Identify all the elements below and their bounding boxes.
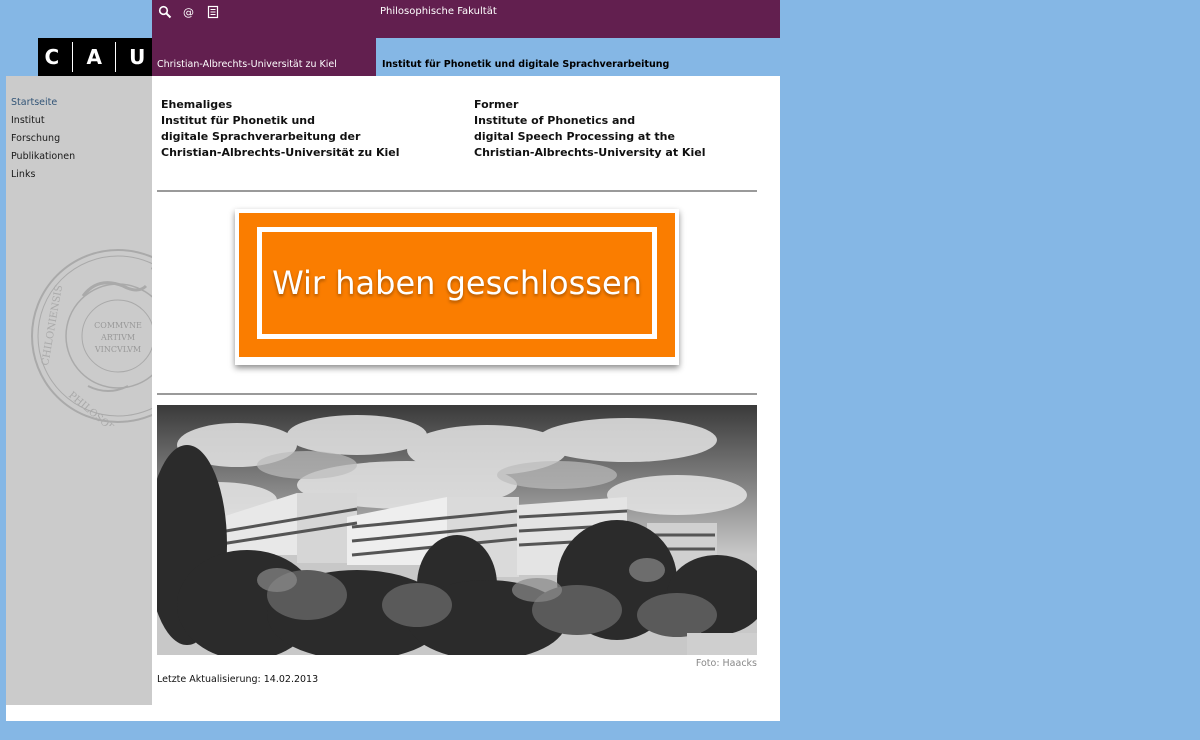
svg-text:COMMVNE: COMMVNE bbox=[94, 321, 142, 330]
sidebar-item-forschung[interactable]: Forschung bbox=[11, 130, 75, 148]
logo-letter-c: C bbox=[44, 45, 60, 69]
main-content: Ehemaliges Institut für Phonetik und dig… bbox=[152, 76, 780, 721]
english-line: Christian-Albrechts-University at Kiel bbox=[474, 146, 706, 159]
top-icon-group: @ bbox=[158, 5, 220, 19]
search-icon[interactable] bbox=[158, 5, 172, 19]
logo-divider bbox=[72, 42, 74, 72]
sidebar: Startseite Institut Forschung Publikatio… bbox=[6, 76, 152, 705]
divider-bottom bbox=[157, 393, 757, 395]
english-heading: Former Institute of Phonetics and digita… bbox=[474, 97, 705, 161]
top-bar: @ Philosophische Fakultät bbox=[152, 0, 780, 38]
document-icon[interactable] bbox=[206, 5, 220, 19]
german-line: Ehemaliges bbox=[161, 98, 233, 111]
faculty-link[interactable]: Philosophische Fakultät bbox=[380, 6, 497, 17]
institute-building-photo bbox=[157, 405, 757, 655]
german-heading: Ehemaliges Institut für Phonetik und dig… bbox=[161, 97, 400, 161]
english-line: Former bbox=[474, 98, 519, 111]
university-seal-icon: COMMVNE ARTIVM VINCVLVM CHILONIENSIS SIG… bbox=[31, 249, 152, 426]
svg-text:VINCVLVM: VINCVLVM bbox=[94, 345, 141, 354]
logo-letter-a: A bbox=[86, 45, 102, 69]
svg-text:CHILONIENSIS: CHILONIENSIS bbox=[40, 284, 65, 366]
sidebar-nav: Startseite Institut Forschung Publikatio… bbox=[11, 94, 75, 184]
svg-text:@: @ bbox=[183, 6, 194, 19]
german-line: digitale Sprachverarbeitung der bbox=[161, 130, 361, 143]
logo-divider bbox=[115, 42, 117, 72]
german-line: Institut für Phonetik und bbox=[161, 114, 315, 127]
university-band: Christian-Albrechts-Universität zu Kiel bbox=[152, 38, 376, 76]
logo-letter-u: U bbox=[129, 45, 146, 69]
sidebar-item-institut[interactable]: Institut bbox=[11, 112, 75, 130]
closed-banner-frame: Wir haben geschlossen bbox=[257, 227, 657, 339]
english-line: digital Speech Processing at the bbox=[474, 130, 675, 143]
divider-top bbox=[157, 190, 757, 192]
sidebar-item-publikationen[interactable]: Publikationen bbox=[11, 148, 75, 166]
email-icon[interactable]: @ bbox=[182, 5, 196, 19]
institute-band: Institut für Phonetik und digitale Sprac… bbox=[376, 38, 780, 76]
english-line: Institute of Phonetics and bbox=[474, 114, 636, 127]
last-updated: Letzte Aktualisierung: 14.02.2013 bbox=[157, 674, 319, 685]
closed-banner-orange: Wir haben geschlossen bbox=[239, 213, 675, 357]
german-line: Christian-Albrechts-Universität zu Kiel bbox=[161, 146, 400, 159]
svg-text:ARTIVM: ARTIVM bbox=[100, 333, 135, 342]
sidebar-footer-strip bbox=[6, 705, 152, 721]
institute-title: Institut für Phonetik und digitale Sprac… bbox=[382, 59, 670, 70]
sidebar-item-links[interactable]: Links bbox=[11, 166, 75, 184]
cau-logo[interactable]: C A U bbox=[38, 38, 152, 76]
photo-credit: Foto: Haacks bbox=[695, 658, 757, 669]
university-link[interactable]: Christian-Albrechts-Universität zu Kiel bbox=[157, 59, 337, 70]
closed-banner: Wir haben geschlossen bbox=[235, 209, 679, 365]
closed-banner-text: Wir haben geschlossen bbox=[272, 264, 642, 302]
svg-text:PHILOSOPHI: PHILOSOPHI bbox=[66, 390, 126, 426]
sidebar-item-startseite[interactable]: Startseite bbox=[11, 94, 75, 112]
